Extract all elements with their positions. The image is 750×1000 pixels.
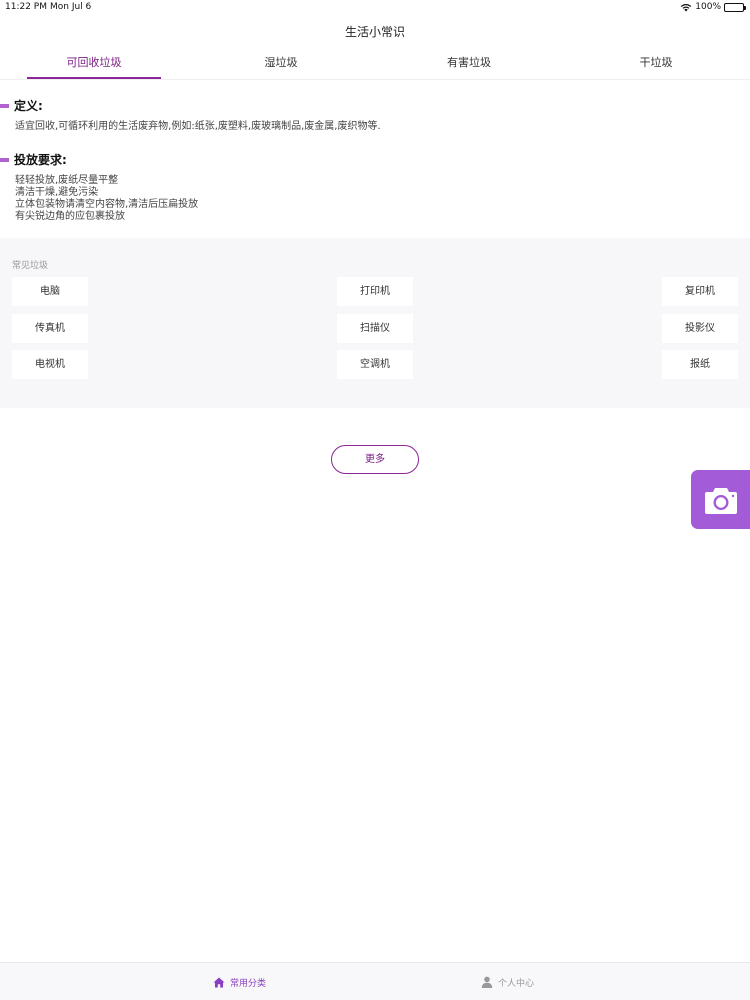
camera-icon (704, 487, 737, 514)
requirements-list: 轻轻投放,废纸尽量平整 清洁干燥,避免污染 立体包装物请清空内容物,清洁后压扁投… (15, 175, 198, 223)
tabbar-label: 常用分类 (230, 978, 267, 989)
status-right: 100% (680, 2, 746, 12)
common-garbage-panel: 常见垃圾 电脑 打印机 复印机 传真机 扫描仪 投影仪 电视机 空调机 报纸 (0, 238, 750, 408)
garbage-item[interactable]: 复印机 (662, 277, 738, 306)
definition-title: 定义: (14, 99, 43, 113)
definition-text: 适宜回收,可循环利用的生活废弃物,例如:纸张,废塑料,废玻璃制品,废金属,废织物… (15, 121, 381, 132)
person-icon (481, 976, 493, 988)
garbage-item[interactable]: 空调机 (337, 350, 413, 379)
status-date: Mon Jul 6 (50, 2, 92, 12)
wifi-icon (681, 3, 692, 11)
common-garbage-title: 常见垃圾 (12, 261, 49, 271)
garbage-item[interactable]: 打印机 (337, 277, 413, 306)
tabbar-item-common[interactable]: 常用分类 (213, 963, 266, 1000)
requirement-line: 有尖锐边角的应包裹投放 (15, 211, 125, 222)
category-tabs: 可回收垃圾 湿垃圾 有害垃圾 干垃圾 (0, 50, 750, 80)
garbage-item[interactable]: 扫描仪 (337, 314, 413, 343)
tabbar-label: 个人中心 (498, 978, 535, 989)
tab-dry[interactable]: 干垃圾 (605, 50, 707, 79)
section-marker (0, 103, 9, 108)
requirement-line: 清洁干燥,避免污染 (15, 187, 99, 198)
status-time: 11:22 PM (5, 2, 47, 12)
requirements-title: 投放要求: (14, 153, 67, 167)
garbage-item[interactable]: 报纸 (662, 350, 738, 379)
garbage-item[interactable]: 电脑 (12, 277, 88, 306)
tabbar-item-profile[interactable]: 个人中心 (481, 963, 534, 1000)
definition-heading: 定义: (0, 97, 43, 114)
tab-wet[interactable]: 湿垃圾 (230, 50, 332, 79)
tab-recyclable[interactable]: 可回收垃圾 (27, 50, 161, 79)
garbage-item[interactable]: 电视机 (12, 350, 88, 379)
camera-button[interactable] (691, 470, 750, 529)
requirements-heading: 投放要求: (0, 151, 67, 168)
requirement-line: 立体包装物请清空内容物,清洁后压扁投放 (15, 199, 199, 210)
home-icon (213, 977, 225, 987)
battery-icon (724, 2, 746, 12)
section-marker (0, 157, 9, 162)
garbage-item[interactable]: 投影仪 (662, 314, 738, 343)
page-title: 生活小常识 (344, 25, 405, 39)
bottom-tabbar: 常用分类 个人中心 (0, 962, 750, 1000)
status-bar: 11:22 PM Mon Jul 6 100% (0, 0, 750, 16)
more-button[interactable]: 更多 (331, 445, 419, 474)
tab-hazardous[interactable]: 有害垃圾 (418, 50, 520, 79)
garbage-item[interactable]: 传真机 (12, 314, 88, 343)
requirement-line: 轻轻投放,废纸尽量平整 (15, 175, 119, 186)
battery-percent: 100% (695, 2, 721, 12)
